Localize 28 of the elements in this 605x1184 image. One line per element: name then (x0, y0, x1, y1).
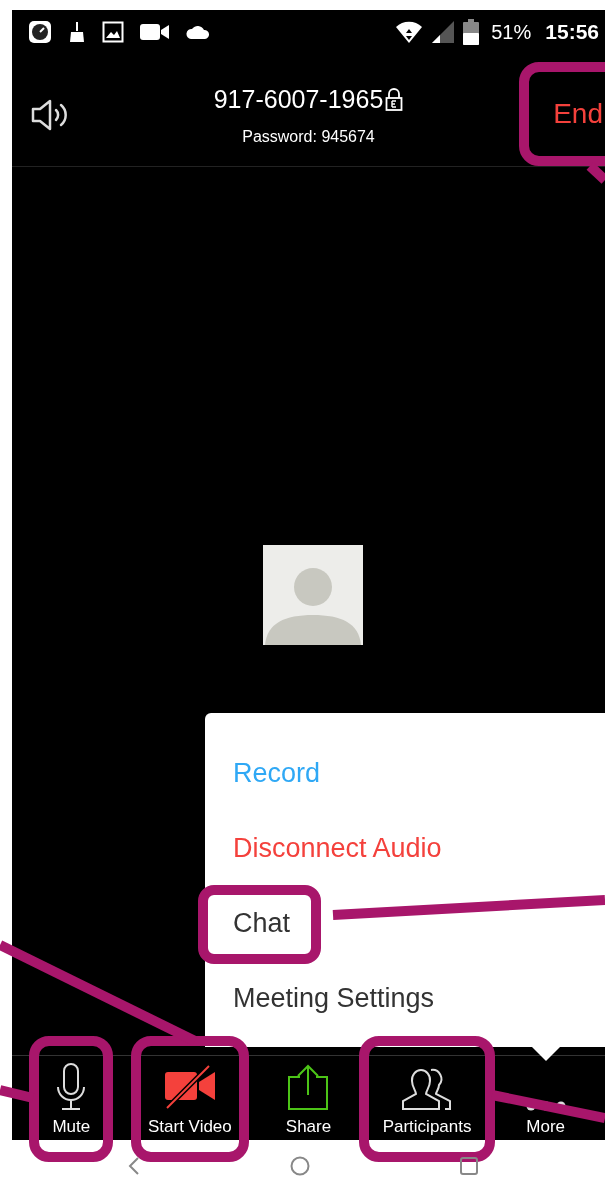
menu-item[interactable]: Meeting Settings (233, 981, 435, 1014)
home-icon[interactable] (289, 1156, 310, 1176)
meeting-id: 917-6007-1965 (213, 84, 384, 114)
battery-percent: 51% (491, 20, 532, 44)
menu-item[interactable]: Disconnect Audio (233, 831, 442, 864)
wifi-icon (395, 20, 424, 44)
battery-icon (463, 19, 480, 45)
toolbar-button[interactable]: Share (249, 1056, 368, 1140)
recents-icon[interactable] (459, 1157, 478, 1175)
video-off-icon (162, 1063, 217, 1111)
signal-icon (431, 20, 456, 44)
lock-icon (385, 87, 404, 111)
speaker-icon[interactable] (30, 98, 70, 132)
toolbar-button[interactable]: Participants (367, 1056, 487, 1140)
broom-icon (68, 20, 86, 44)
share-icon (287, 1063, 330, 1111)
meeting-password: Password: 945674 (242, 127, 375, 146)
speedometer-icon (28, 20, 52, 44)
end-button[interactable]: End (553, 98, 603, 130)
menu-item[interactable]: Chat (233, 906, 291, 939)
video-camera-icon (140, 22, 170, 42)
clock-time: 15:56 (545, 20, 599, 44)
toolbar-button[interactable]: Mute (12, 1056, 131, 1140)
toolbar-button[interactable]: Start Video (130, 1056, 250, 1140)
people-icon (401, 1067, 454, 1111)
image-icon (102, 21, 124, 43)
cloud-icon (186, 24, 210, 40)
back-icon[interactable] (127, 1157, 140, 1175)
